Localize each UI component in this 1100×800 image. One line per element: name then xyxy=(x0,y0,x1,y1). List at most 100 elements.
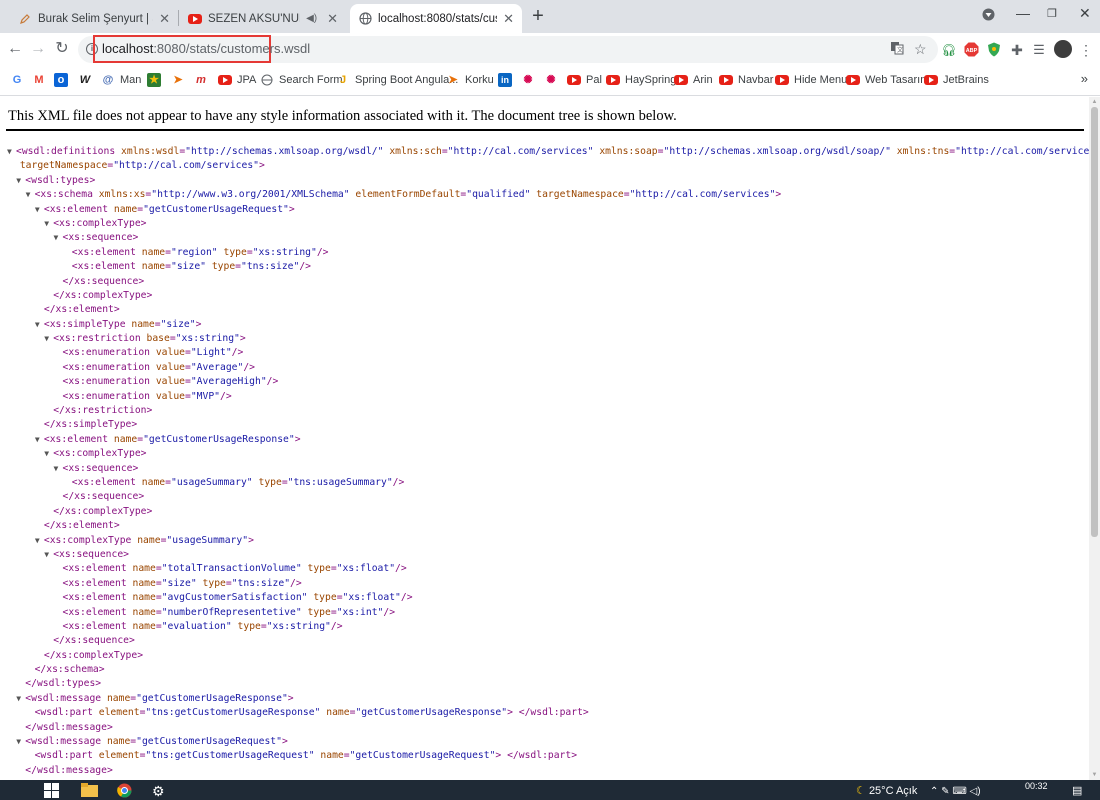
url-host: localhost xyxy=(102,41,154,56)
bookmark-item[interactable]: Arin xyxy=(674,72,713,88)
xml-line: <xs:element name="size" type="tns:size"/… xyxy=(0,260,1089,274)
collapse-toggle-icon[interactable]: ▼ xyxy=(35,203,43,217)
xml-viewer: This XML file does not appear to have an… xyxy=(0,97,1089,780)
collapse-toggle-icon[interactable]: ▼ xyxy=(44,332,52,346)
bookmark-item[interactable]: Web Tasarım xyxy=(846,72,929,88)
adblock-icon[interactable]: ABP xyxy=(963,42,979,58)
bookmark-item[interactable]: JPA xyxy=(218,72,256,88)
collapse-toggle-icon[interactable]: ▼ xyxy=(54,462,62,476)
address-bar[interactable]: i localhost:8080/stats/customers.wsdl 文 … xyxy=(78,35,938,63)
collapse-toggle-icon[interactable]: ▼ xyxy=(54,231,62,245)
notifications-icon[interactable]: ▤ xyxy=(1072,783,1082,800)
reload-button[interactable]: ↻ xyxy=(51,38,73,60)
tab-0[interactable]: Burak Selim Şenyurt | Spring Boo ✕ xyxy=(10,4,178,33)
bookmark-item[interactable]: J Spring Boot Angula... xyxy=(336,72,458,88)
xml-line: </xs:schema> xyxy=(0,663,1089,677)
linkedin-icon: in xyxy=(498,73,512,87)
more-menu-icon[interactable]: ⋮ xyxy=(1078,42,1094,58)
bookmark-item[interactable]: ✺ xyxy=(544,72,563,88)
windows-start-icon[interactable] xyxy=(44,783,59,800)
xml-line: ▼ <xs:sequence> xyxy=(0,231,1089,245)
settings-gear-icon[interactable]: ⚙ xyxy=(152,783,165,800)
bookmark-item[interactable]: M xyxy=(32,72,51,88)
bookmark-item[interactable]: o xyxy=(54,72,73,88)
chrome-icon[interactable] xyxy=(117,783,132,800)
xml-text: </wsdl:message> xyxy=(25,764,113,776)
weather-widget[interactable]: ☾ 25°C Açık xyxy=(856,783,917,800)
xml-text: <xs:element name="getCustomerUsageReques… xyxy=(43,203,295,215)
bookmark-item[interactable]: JetBrains xyxy=(924,72,989,88)
file-explorer-icon[interactable] xyxy=(81,783,98,800)
bookmark-item[interactable]: ★ xyxy=(147,72,166,88)
collapse-toggle-icon[interactable]: ▼ xyxy=(35,318,43,332)
collapse-toggle-icon[interactable]: ▼ xyxy=(7,145,15,159)
collapse-toggle-icon[interactable]: ▼ xyxy=(16,692,24,706)
avatar[interactable] xyxy=(1054,40,1072,58)
forward-button[interactable]: → xyxy=(27,38,49,60)
collapse-toggle-icon[interactable]: ▼ xyxy=(35,534,43,548)
profile-menu-icon[interactable] xyxy=(982,8,995,24)
tab-title: SEZEN AKSU'NUN EN İYİ 50 xyxy=(208,12,300,25)
bookmark-item[interactable]: m xyxy=(194,72,213,88)
xml-text: </xs:complexType> xyxy=(43,649,144,661)
close-icon[interactable]: ✕ xyxy=(159,11,170,27)
collapse-toggle-icon[interactable]: ▼ xyxy=(44,447,52,461)
xml-tree: ▼ <wsdl:definitions xmlns:wsdl="http://sc… xyxy=(0,145,1089,778)
extensions-puzzle-icon[interactable]: ✚ xyxy=(1009,42,1025,58)
star-icon: ★ xyxy=(147,73,161,87)
bookmark-item[interactable]: ✺ xyxy=(521,72,540,88)
minimize-button[interactable]: — xyxy=(1016,5,1030,21)
xml-text: </xs:restriction> xyxy=(53,405,153,417)
collapse-toggle-icon[interactable]: ▼ xyxy=(26,188,34,202)
bookmark-item[interactable]: G xyxy=(10,72,29,88)
clock: 00:32 xyxy=(1025,781,1048,791)
headphones-icon[interactable]: 🎧︎ xyxy=(941,42,957,58)
maximize-button[interactable]: ❐ xyxy=(1047,7,1057,20)
speaker-icon[interactable]: ◀) xyxy=(306,13,317,24)
bookmark-star-icon[interactable]: ☆ xyxy=(914,41,927,58)
reading-list-icon[interactable]: ☰ xyxy=(1031,42,1047,58)
bookmarks-overflow-icon[interactable]: » xyxy=(1081,71,1088,86)
xml-line: </xs:sequence> xyxy=(0,490,1089,504)
tab-2[interactable]: localhost:8080/stats/customers.w ✕ xyxy=(350,4,522,33)
xml-line: <wsdl:part element="tns:getCustomerUsage… xyxy=(0,749,1089,763)
close-window-button[interactable]: ✕ xyxy=(1079,5,1091,22)
bookmark-item[interactable]: Pal xyxy=(567,72,602,88)
xml-line: </xs:complexType> xyxy=(0,505,1089,519)
bookmark-item[interactable]: Search Form xyxy=(260,72,343,88)
tray-icons[interactable]: ⌃ ✎ ⌨ ◁) xyxy=(930,783,981,800)
bookmark-item[interactable]: ➤ xyxy=(171,72,190,88)
scroll-up-icon[interactable]: ▲ xyxy=(1091,98,1098,106)
collapse-toggle-icon[interactable]: ▼ xyxy=(44,548,52,562)
back-button[interactable]: ← xyxy=(4,38,26,60)
collapse-toggle-icon[interactable]: ▼ xyxy=(16,174,24,188)
bookmark-item[interactable]: in xyxy=(498,72,517,88)
close-icon[interactable]: ✕ xyxy=(327,11,338,27)
bookmark-item[interactable]: HaySpring xyxy=(606,72,676,88)
tab-1[interactable]: SEZEN AKSU'NUN EN İYİ 50 ◀) ✕ xyxy=(180,4,346,33)
xml-line: <xs:element name="region" type="xs:strin… xyxy=(0,246,1089,260)
close-icon[interactable]: ✕ xyxy=(503,11,514,27)
xml-text: <xs:enumeration value="MVP"/> xyxy=(62,390,232,402)
bookmark-item[interactable]: Hide Menu xyxy=(775,72,847,88)
xml-text: <xs:element name="size" type="tns:size"/… xyxy=(71,261,312,273)
collapse-toggle-icon[interactable]: ▼ xyxy=(16,735,24,749)
browser-toolbar: ← → ↻ i localhost:8080/stats/customers.w… xyxy=(0,33,1100,65)
shield-icon[interactable] xyxy=(986,42,1002,58)
collapse-toggle-icon[interactable]: ▼ xyxy=(44,217,52,231)
bookmark-item[interactable]: W xyxy=(78,72,97,88)
collapse-toggle-icon[interactable]: ▼ xyxy=(35,433,43,447)
bookmark-item[interactable]: ➤ Korku xyxy=(446,72,493,88)
vertical-scrollbar[interactable]: ▲ ▼ xyxy=(1089,97,1100,780)
scroll-down-icon[interactable]: ▼ xyxy=(1091,771,1098,779)
xml-line: </xs:sequence> xyxy=(0,275,1089,289)
url-text[interactable]: localhost:8080/stats/customers.wsdl xyxy=(102,41,310,56)
bookmark-item[interactable]: Navbar xyxy=(719,72,773,88)
debian-icon: ✺ xyxy=(523,74,533,86)
translate-icon[interactable]: 文 xyxy=(890,41,904,58)
bookmark-item[interactable]: @ Man xyxy=(101,72,142,88)
new-tab-button[interactable]: + xyxy=(528,6,548,26)
xml-line: <xs:enumeration value="Average"/> xyxy=(0,361,1089,375)
scroll-thumb[interactable] xyxy=(1091,107,1098,537)
tab-separator xyxy=(178,10,179,26)
